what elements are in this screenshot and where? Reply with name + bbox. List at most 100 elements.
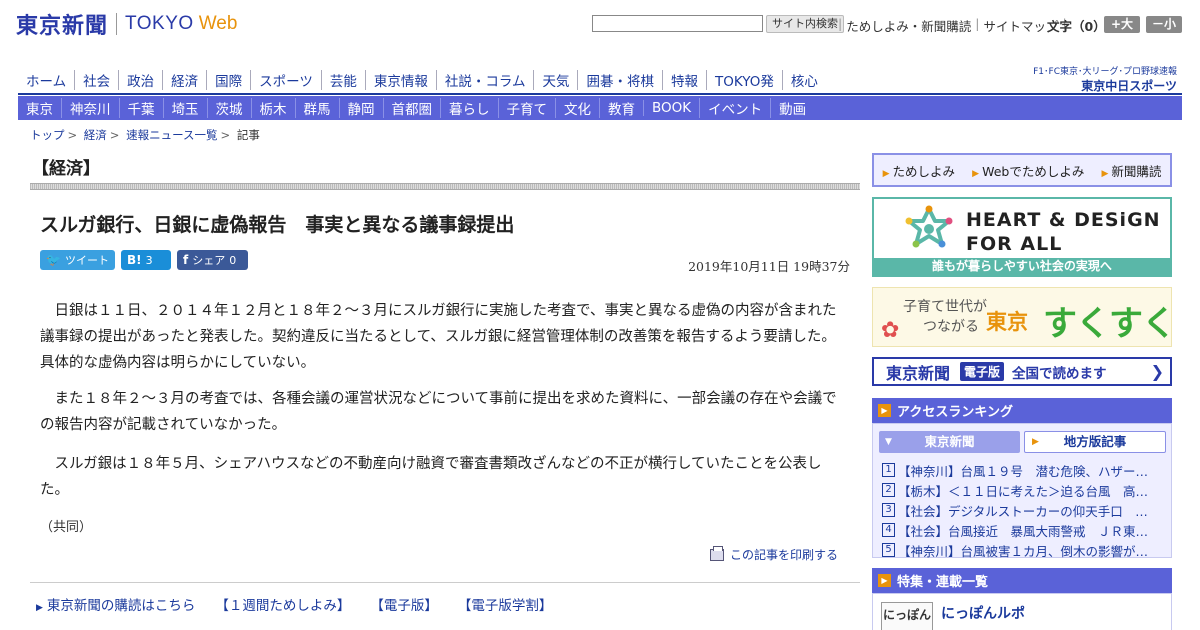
hatena-bookmark-button[interactable]: B! 3 — [121, 250, 171, 270]
site-search-button[interactable]: サイト内検索 — [766, 15, 844, 33]
region-nav-item[interactable]: 首都圏 — [382, 98, 441, 118]
ranking-item[interactable]: 5 【神奈川】台風被害１カ月、倒木の影響が… — [882, 540, 1167, 560]
digital-student-link[interactable]: 【電子版学割】 — [458, 594, 553, 614]
section-divider — [30, 183, 860, 190]
nav-item[interactable]: ホーム — [18, 70, 74, 90]
logo-web: Web — [198, 13, 238, 34]
tab-label: 東京新聞 — [924, 434, 975, 449]
flower-icon: ✿ — [881, 318, 900, 343]
suku-tagline-2: つながる — [923, 319, 979, 335]
arrow-right-icon: ▶ — [36, 603, 43, 613]
rank-number: 2 — [882, 483, 895, 497]
nav-item[interactable]: 社説・コラム — [435, 70, 534, 90]
region-nav-item[interactable]: 子育て — [497, 98, 556, 118]
nav-item[interactable]: 天気 — [533, 70, 577, 90]
nav-item[interactable]: 政治 — [118, 70, 162, 90]
font-smaller-button[interactable]: －小 — [1146, 16, 1182, 33]
print-article-link[interactable]: この記事を印刷する — [710, 545, 838, 563]
denshi-text: 全国で読めます — [1012, 365, 1107, 382]
region-nav-item[interactable]: 群馬 — [294, 98, 339, 118]
trial-read-link[interactable]: ▶ ためしよみ — [883, 161, 955, 180]
region-nav-item[interactable]: 教育 — [599, 98, 643, 118]
ranking-item[interactable]: 3 【社会】デジタルストーカーの仰天手口 … — [882, 500, 1167, 520]
twitter-bird-icon: 🐦 — [46, 253, 61, 267]
breadcrumb-sep: > — [220, 128, 231, 142]
breadcrumb-sep: > — [109, 128, 120, 142]
heart-design-banner[interactable]: HEART & DESiGN FOR ALL 誰もが暮らしやすい社会の実現へ — [872, 197, 1172, 277]
util-link-trial-subscribe[interactable]: ためしよみ・新聞購読 — [846, 16, 971, 35]
subscribe-link[interactable]: ▶ 東京新聞の購読はこちら — [36, 594, 195, 614]
breadcrumb-top[interactable]: トップ — [30, 128, 65, 142]
ranking-item[interactable]: 4 【社会】台風接近 暴風大雨警戒 ＪＲ東… — [882, 520, 1167, 540]
square-arrow-icon: ▶ — [878, 574, 891, 587]
region-nav-item[interactable]: 神奈川 — [61, 98, 119, 118]
feature-thumbnail[interactable]: にっぽん — [881, 602, 933, 630]
article-paragraph: 日銀は１１日、２０１４年１２月と１８年２～３月にスルガ銀行に実施した考査で、事実… — [40, 298, 840, 376]
nav-item[interactable]: 特報 — [661, 70, 706, 90]
rank-headline: 【社会】デジタルストーカーの仰天手口 … — [898, 503, 1148, 519]
font-size-label: 文字（0） — [1047, 19, 1106, 34]
facebook-icon: f — [183, 253, 189, 267]
printer-icon — [710, 545, 724, 561]
paragraph-text: スルガ銀は１８年５月、シェアハウスなどの不動産向け融資で審査書類改ざんなどの不正… — [40, 456, 822, 498]
logo-jp: 東京新聞 — [16, 13, 109, 39]
article-paragraph: また１８年２～３月の考査では、各種会議の運営状況などについて事前に提出を求めた資… — [40, 386, 840, 438]
share-label: シェア — [192, 254, 226, 267]
ranking-tab-tokyo[interactable]: ▼ 東京新聞 — [879, 431, 1020, 453]
region-nav-item[interactable]: BOOK — [643, 100, 699, 116]
nav-item[interactable]: TOKYO発 — [705, 70, 782, 90]
access-ranking-panel: ▼ 東京新聞 ▶ 地方版記事 1 【神奈川】台風１９号 潜む危険、ハザー… 2 【栃木】… — [872, 423, 1172, 560]
ranking-item[interactable]: 1 【神奈川】台風１９号 潜む危険、ハザー… — [882, 460, 1167, 480]
nav-item[interactable]: 東京情報 — [364, 70, 436, 90]
subscribe-sidebar-link[interactable]: ▶ 新聞購読 — [1101, 161, 1161, 180]
trial-links-box: ▶ ためしよみ ▶ Webでためしよみ ▶ 新聞購読 — [872, 153, 1172, 187]
util-divider: | — [838, 16, 843, 31]
tokyo-sukusuku-banner[interactable]: ✿ 子育て世代が つながる 東京 すくすく — [872, 287, 1176, 347]
region-nav-item[interactable]: 埼玉 — [162, 98, 207, 118]
site-header: 東京新聞 TOKYO Web サイト内検索 | ためしよみ・新聞購読 | サイト… — [0, 0, 1200, 60]
nav-item[interactable]: スポーツ — [250, 70, 321, 90]
region-nav-item[interactable]: イベント — [699, 98, 770, 118]
footer-divider — [30, 582, 860, 583]
primary-nav: ホーム 社会 政治 経済 国際 スポーツ 芸能 東京情報 社説・コラム 天気 囲… — [18, 68, 826, 92]
heart-design-logo-icon — [905, 205, 953, 248]
breadcrumb-news-list[interactable]: 速報ニュース一覧 — [126, 128, 217, 142]
paragraph-text: 日銀は１１日、２０１４年１２月と１８年２～３月にスルガ銀行に実施した考査で、事実… — [40, 303, 837, 371]
region-nav-item[interactable]: 千葉 — [118, 98, 163, 118]
ranking-tab-local[interactable]: ▶ 地方版記事 — [1024, 431, 1166, 453]
breadcrumb-economy[interactable]: 経済 — [84, 128, 107, 142]
site-logo[interactable]: 東京新聞 TOKYO Web — [16, 8, 237, 40]
nav-item[interactable]: 核心 — [781, 70, 826, 90]
region-nav-item[interactable]: 東京 — [18, 98, 61, 118]
square-arrow-icon: ▶ — [878, 404, 891, 417]
region-nav-item[interactable]: 茨城 — [206, 98, 251, 118]
site-search-input[interactable] — [592, 15, 763, 32]
breadcrumb-sep: > — [67, 128, 78, 142]
facebook-share-button[interactable]: f シェア 0 — [177, 250, 248, 270]
subscription-links: ▶ 東京新聞の購読はこちら 【１週間ためしよみ】 【電子版】 【電子版学割】 — [36, 594, 552, 614]
chunichi-sports-link[interactable]: F1･FC東京･大リーグ･プロ野球速報 東京中日スポーツ — [1025, 64, 1177, 93]
nav-item[interactable]: 経済 — [162, 70, 206, 90]
paragraph-text: また１８年２～３月の考査では、各種会議の運営状況などについて事前に提出を求めた資… — [40, 391, 837, 433]
region-nav-item[interactable]: 文化 — [555, 98, 599, 118]
trial-week-link[interactable]: 【１週間ためしよみ】 — [215, 594, 350, 614]
nav-item[interactable]: 国際 — [206, 70, 250, 90]
digital-edition-banner[interactable]: 東京新聞 電子版 全国で読めます ❯ — [872, 357, 1172, 386]
feature-item-title[interactable]: にっぽんルポ — [941, 603, 1025, 623]
nav-item[interactable]: 囲碁・将棋 — [577, 70, 662, 90]
ranking-item[interactable]: 2 【栃木】＜１１日に考えた＞迫る台風 高… — [882, 480, 1167, 500]
triangle-right-icon: ▶ — [1032, 437, 1039, 447]
nav-item[interactable]: 社会 — [74, 70, 118, 90]
web-trial-link[interactable]: ▶ Webでためしよみ — [972, 161, 1084, 180]
font-bigger-button[interactable]: +大 — [1104, 16, 1140, 33]
region-nav-item[interactable]: 暮らし — [440, 98, 498, 118]
rank-headline: 【神奈川】台風１９号 潜む危険、ハザー… — [898, 463, 1149, 479]
digital-edition-link[interactable]: 【電子版】 — [370, 594, 438, 614]
share-count: 0 — [229, 253, 237, 267]
region-nav-item[interactable]: 静岡 — [338, 98, 383, 118]
nav-item[interactable]: 芸能 — [320, 70, 365, 90]
tweet-button[interactable]: 🐦 ツイート — [40, 250, 115, 270]
chunichi-title: 東京中日スポーツ — [1081, 79, 1177, 93]
region-nav-item[interactable]: 栃木 — [250, 98, 295, 118]
region-nav-item[interactable]: 動画 — [770, 98, 814, 118]
